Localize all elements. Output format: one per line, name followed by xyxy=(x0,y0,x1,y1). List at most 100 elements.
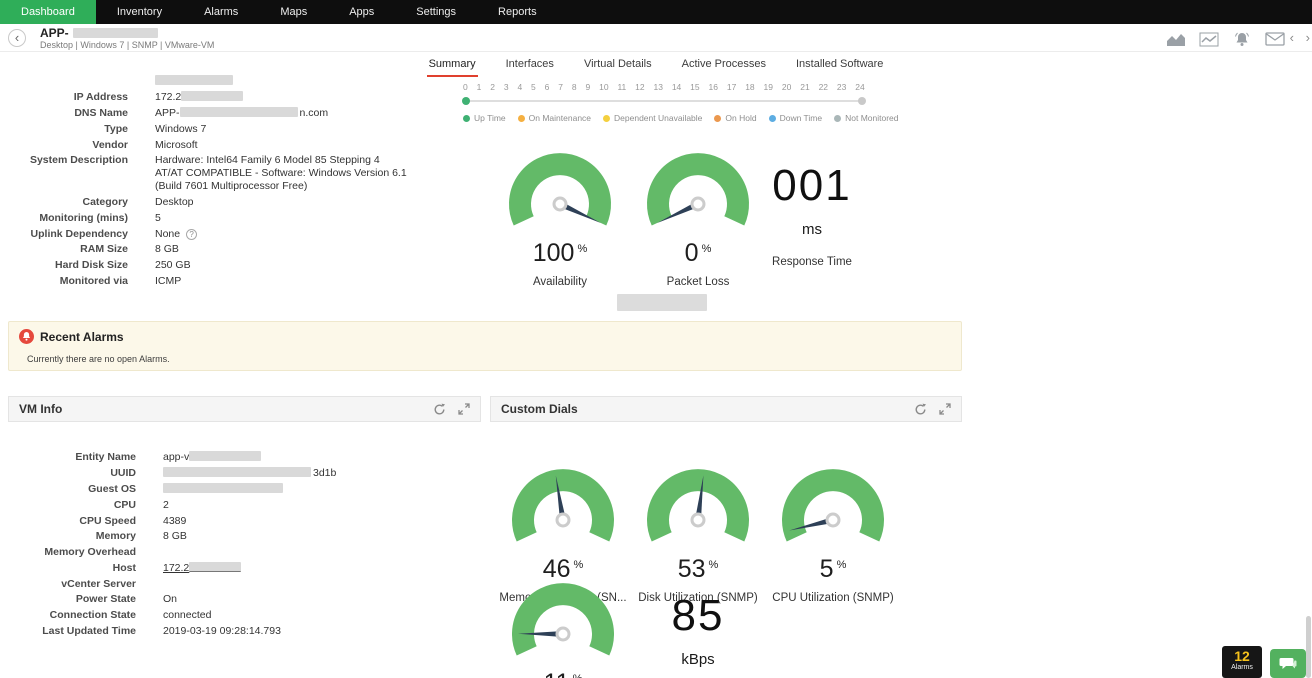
field-row: Memory8 GB xyxy=(8,529,478,545)
field-row: System DescriptionHardware: Intel64 Fami… xyxy=(0,153,470,195)
gauge-arc xyxy=(507,580,619,662)
expand-icon[interactable] xyxy=(939,403,951,415)
expand-icon[interactable] xyxy=(458,403,470,415)
redacted-text xyxy=(189,562,241,572)
dial-unit: ms xyxy=(747,221,877,238)
refresh-icon[interactable] xyxy=(914,403,927,416)
field-value: Desktop xyxy=(155,196,194,209)
tab-active-processes[interactable]: Active Processes xyxy=(680,53,768,75)
timeline-tick: 18 xyxy=(745,82,754,92)
tab-installed-software[interactable]: Installed Software xyxy=(794,53,885,75)
field-row: vCenter Server xyxy=(8,576,478,592)
timeline-tick: 0 xyxy=(463,82,468,92)
field-value-text: 3d1b xyxy=(313,467,336,479)
dial-cpu-utilization-viweb: 11%CPU Utilization (VIWeb... xyxy=(488,580,638,678)
alarm-bell-icon[interactable] xyxy=(1231,31,1253,47)
legend-dot xyxy=(518,115,525,122)
nav-item-dashboard[interactable]: Dashboard xyxy=(0,0,96,24)
field-value[interactable]: 172.2 xyxy=(163,562,243,575)
nav-item-maps[interactable]: Maps xyxy=(259,0,328,24)
timeline-track xyxy=(463,100,865,102)
top-nav: DashboardInventoryAlarmsMapsAppsSettings… xyxy=(0,0,1312,24)
nav-item-inventory[interactable]: Inventory xyxy=(96,0,183,24)
field-label: CPU Speed xyxy=(8,515,136,528)
prev-device-chevron[interactable]: ‹ xyxy=(1290,30,1294,45)
timeline-legend: Up TimeOn MaintenanceDependent Unavailab… xyxy=(463,113,877,123)
field-label: Vendor xyxy=(0,139,128,152)
legend-label: Dependent Unavailable xyxy=(614,113,702,123)
custom-dial-disk-i-o-usage-viweb: 85kBpsDisk I/O Usage (VIWeb... xyxy=(623,586,773,678)
field-value-text: (Build 7601 Multiprocessor Free) xyxy=(155,180,307,192)
chat-support-button[interactable] xyxy=(1270,649,1306,678)
alarm-count: 12 xyxy=(1222,648,1262,664)
custom-dial-cpu-utilization-viweb: 11%CPU Utilization (VIWeb... xyxy=(488,580,638,678)
vertical-scrollbar[interactable] xyxy=(1306,616,1311,678)
legend-item: On Maintenance xyxy=(518,113,591,123)
field-value-text: 172.2 xyxy=(155,91,181,103)
field-value-text: APP- xyxy=(155,107,180,119)
field-row: CategoryDesktop xyxy=(0,195,470,211)
timeline-end-handle[interactable] xyxy=(858,97,866,105)
timeline-tick: 22 xyxy=(819,82,828,92)
help-icon[interactable]: ? xyxy=(186,229,197,240)
field-row: UUID 3d1b xyxy=(8,466,478,482)
custom-dials-panel: Custom Dials 46%Memory Utilization (SN..… xyxy=(490,396,962,678)
vm-info-panel: VM Info Entity Nameapp-vUUID3d1bGuest OS… xyxy=(8,396,481,678)
field-value: 5 xyxy=(155,212,161,225)
packet-loss-gauge: 0%Packet Loss xyxy=(633,150,763,288)
field-row: IP Address 172.2 xyxy=(0,90,470,106)
field-row: Entity Nameapp-v xyxy=(8,450,478,466)
refresh-icon[interactable] xyxy=(433,403,446,416)
custom-dial-cpu-utilization-snmp: 5%CPU Utilization (SNMP) xyxy=(758,466,908,604)
next-device-chevron[interactable]: › xyxy=(1306,30,1310,45)
device-name: APP- xyxy=(40,26,158,40)
field-row: CPU Speed 4389 xyxy=(8,513,478,529)
timeline-start-handle[interactable] xyxy=(462,97,470,105)
tab-virtual-details[interactable]: Virtual Details xyxy=(582,53,654,75)
gauge-availability: 100%Availability xyxy=(495,150,625,288)
nav-item-alarms[interactable]: Alarms xyxy=(183,0,259,24)
availability-timeline: 0123456789101112131415161718192021222324… xyxy=(463,82,877,123)
field-label: UUID xyxy=(8,467,136,480)
recent-alarms-title: Recent Alarms xyxy=(40,330,124,344)
email-icon[interactable] xyxy=(1264,31,1286,47)
dial-value: 5% xyxy=(758,555,908,584)
gauge-arc xyxy=(507,466,619,548)
field-row: TypeWindows 7 xyxy=(0,121,470,137)
area-chart-icon[interactable] xyxy=(1165,31,1187,47)
field-value-text: Microsoft xyxy=(155,139,198,151)
vm-info-panel-header: VM Info xyxy=(8,396,481,422)
vm-info-title: VM Info xyxy=(19,402,62,416)
custom-dials-title: Custom Dials xyxy=(501,402,578,416)
timeline-ticks: 0123456789101112131415161718192021222324 xyxy=(463,82,865,92)
chat-bubble-icon xyxy=(1279,657,1297,671)
field-value xyxy=(155,75,235,88)
field-value: 4389 xyxy=(163,515,186,528)
redacted-text xyxy=(181,91,243,101)
dial-value: 11% xyxy=(488,669,638,678)
back-button[interactable]: ‹ xyxy=(8,29,26,47)
field-label: Monitoring (mins) xyxy=(0,212,128,225)
custom-dials-body: 46%Memory Utilization (SN...53%Disk Util… xyxy=(490,422,962,678)
dial-unit: % xyxy=(837,559,847,571)
alarm-count-badge[interactable]: 12 Alarms xyxy=(1222,646,1262,678)
sparkline-chart-icon[interactable] xyxy=(1198,31,1220,47)
nav-item-apps[interactable]: Apps xyxy=(328,0,395,24)
field-value-text: On xyxy=(163,593,177,605)
custom-dial-disk-utilization-snmp: 53%Disk Utilization (SNMP) xyxy=(623,466,773,604)
tab-interfaces[interactable]: Interfaces xyxy=(504,53,556,75)
field-value-text[interactable]: 172.2 xyxy=(163,562,189,574)
field-value: connected xyxy=(163,609,211,622)
timeline-tick: 19 xyxy=(764,82,773,92)
device-summary-fields: IP Address172.2DNS NameAPP-n.comTypeWind… xyxy=(0,74,470,289)
gauge-arc xyxy=(504,150,616,232)
field-label: IP Address xyxy=(0,91,128,104)
nav-item-settings[interactable]: Settings xyxy=(395,0,477,24)
timeline-tick: 21 xyxy=(800,82,809,92)
vm-info-panel-icons xyxy=(433,403,470,416)
field-label: Hard Disk Size xyxy=(0,259,128,272)
field-label: CPU xyxy=(8,499,136,512)
nav-item-reports[interactable]: Reports xyxy=(477,0,558,24)
timeline-tick: 12 xyxy=(635,82,644,92)
timeline-tick: 6 xyxy=(545,82,550,92)
